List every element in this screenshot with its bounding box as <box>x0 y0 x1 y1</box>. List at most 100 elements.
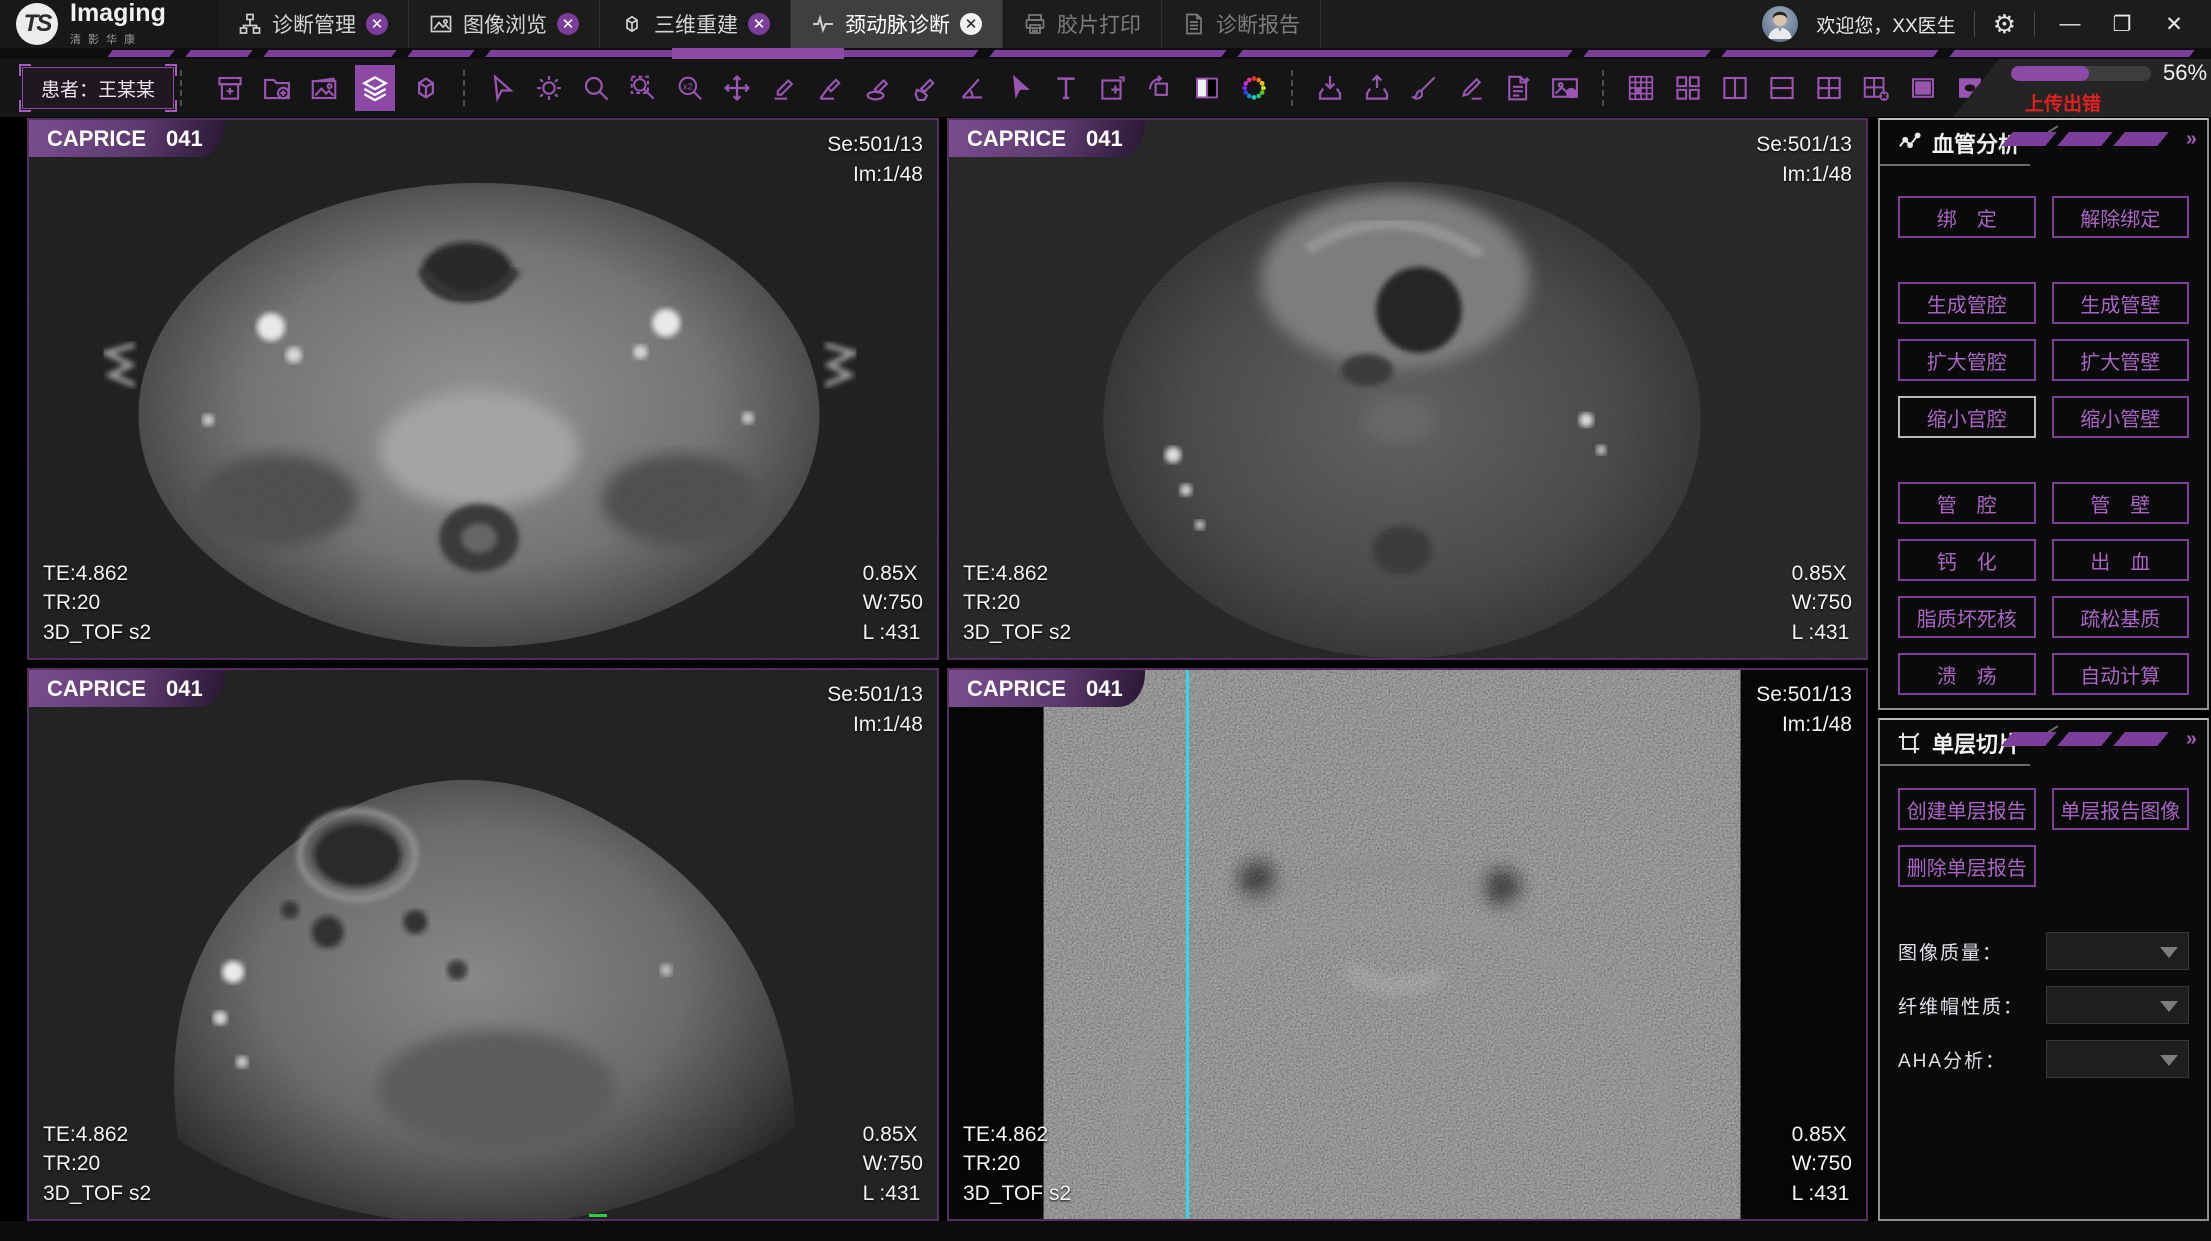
pointer-icon[interactable] <box>1003 72 1035 104</box>
button-单层报告图像[interactable]: 单层报告图像 <box>2052 788 2190 830</box>
color-wheel-icon[interactable] <box>1238 72 1270 104</box>
button-管腔[interactable]: 管 腔 <box>1898 482 2036 524</box>
bind-button-group: 绑 定解除绑定 <box>1880 196 2207 238</box>
button-删除单层报告[interactable]: 删除单层报告 <box>1898 845 2036 887</box>
single-slice-panel: 单层切片 » 创建单层报告单层报告图像删除单层报告 图像质量：纤维帽性质：AHA… <box>1878 718 2209 1221</box>
cube-3d-icon[interactable] <box>410 72 442 104</box>
import-icon[interactable] <box>1314 72 1346 104</box>
layout-quad-icon[interactable] <box>1672 72 1704 104</box>
button-出血[interactable]: 出 血 <box>2052 539 2190 581</box>
zoom-region-icon[interactable] <box>627 72 659 104</box>
button-解除绑定[interactable]: 解除绑定 <box>2052 196 2190 238</box>
reference-crosshair-line[interactable] <box>1186 670 1189 1219</box>
button-缩小管壁[interactable]: 缩小管壁 <box>2052 396 2190 438</box>
viewport-2[interactable]: CAPRICE 041 Se:501/13Im:1/48 TE:4.862TR:… <box>947 118 1868 660</box>
chevron-down-icon <box>2160 947 2178 958</box>
tab-胶片打印: 胶片打印 <box>1003 0 1162 48</box>
viewport-3[interactable]: CAPRICE 041 Se:501/13Im:1/48 TE:4.862TR:… <box>27 668 939 1221</box>
button-疏松基质[interactable]: 疏松基质 <box>2052 596 2190 638</box>
button-生成管腔[interactable]: 生成管腔 <box>1898 282 2036 324</box>
button-创建单层报告[interactable]: 创建单层报告 <box>1898 788 2036 830</box>
button-绑定[interactable]: 绑 定 <box>1898 196 2036 238</box>
brush-icon[interactable] <box>1408 72 1440 104</box>
mri-image-2 <box>949 120 1866 658</box>
export-icon[interactable] <box>1361 72 1393 104</box>
folder-add-icon[interactable] <box>261 72 293 104</box>
user-avatar[interactable] <box>1762 6 1798 42</box>
field-select-纤维帽性质[interactable] <box>2046 986 2189 1024</box>
rotate-view-icon[interactable] <box>1144 72 1176 104</box>
report-add-icon[interactable] <box>1502 72 1534 104</box>
close-button[interactable]: ✕ <box>2157 12 2191 37</box>
button-溃疡[interactable]: 溃 疡 <box>1898 653 2036 695</box>
series-name: CAPRICE <box>47 126 146 152</box>
tab-诊断报告: 诊断报告 <box>1162 0 1321 48</box>
button-扩大管腔[interactable]: 扩大管腔 <box>1898 339 2036 381</box>
measure-ellipse-icon[interactable] <box>862 72 894 104</box>
crop-icon <box>1896 730 1922 756</box>
roi-add-icon[interactable] <box>1097 72 1129 104</box>
layout-2x2-icon[interactable] <box>1813 72 1845 104</box>
button-生成管壁[interactable]: 生成管壁 <box>2052 282 2190 324</box>
tab-颈动脉诊断[interactable]: 颈动脉诊断✕ <box>791 0 1003 48</box>
cursor-icon[interactable] <box>486 72 518 104</box>
series-number: 041 <box>1086 676 1123 702</box>
annotate-pen-icon[interactable] <box>1455 72 1487 104</box>
tab-label: 诊断管理 <box>272 9 356 39</box>
measure-angle-icon[interactable] <box>815 72 847 104</box>
archive-add-icon[interactable] <box>214 72 246 104</box>
tab-诊断管理[interactable]: 诊断管理 ✕ <box>218 0 409 48</box>
minimize-button[interactable]: — <box>2053 12 2087 36</box>
tab-label: 图像浏览 <box>463 9 547 39</box>
measure-polygon-icon[interactable] <box>909 72 941 104</box>
tab-close-icon[interactable]: ✕ <box>557 13 579 35</box>
layout-2col-icon[interactable] <box>1719 72 1751 104</box>
button-缩小官腔[interactable]: 缩小官腔 <box>1898 396 2036 438</box>
overlay-display-info: 0.85XW:750L :431 <box>863 1120 923 1209</box>
layout-2row-icon[interactable] <box>1766 72 1798 104</box>
invert-icon[interactable] <box>1191 72 1223 104</box>
tool-buttons <box>214 65 2127 111</box>
button-钙化[interactable]: 钙 化 <box>1898 539 2036 581</box>
toolbar-separator <box>180 70 182 106</box>
toolbar-separator <box>1291 70 1293 106</box>
viewport-1[interactable]: CAPRICE 041 Se:501/13Im:1/48 TE:4.862TR:… <box>27 118 939 660</box>
button-管壁[interactable]: 管 壁 <box>2052 482 2190 524</box>
layout-grid-focus-icon[interactable] <box>1625 72 1657 104</box>
tab-label: 胶片打印 <box>1057 9 1141 39</box>
photo-browser-icon[interactable] <box>308 72 340 104</box>
collapse-chevrons[interactable]: » <box>2186 128 2197 151</box>
patient-name-field[interactable]: 患者：王某某 <box>22 67 174 109</box>
button-扩大管壁[interactable]: 扩大管壁 <box>2052 339 2190 381</box>
overlay-acquisition-info: TE:4.862TR:203D_TOF s2 <box>43 1120 151 1209</box>
overlay-display-info: 0.85XW:750L :431 <box>863 559 923 648</box>
tab-close-icon[interactable]: ✕ <box>748 13 770 35</box>
brightness-icon[interactable] <box>533 72 565 104</box>
settings-gear-icon[interactable]: ⚙ <box>1993 11 2016 37</box>
pan-icon[interactable] <box>721 72 753 104</box>
text-tool-icon[interactable] <box>1050 72 1082 104</box>
series-name: CAPRICE <box>967 126 1066 152</box>
maximize-button[interactable]: ❐ <box>2105 12 2139 37</box>
button-自动计算[interactable]: 自动计算 <box>2052 653 2190 695</box>
field-select-AHA分析[interactable] <box>2046 1040 2189 1078</box>
patient-name-label: 患者：王某某 <box>41 75 155 102</box>
layers-icon[interactable] <box>355 65 395 111</box>
zoom-icon[interactable] <box>580 72 612 104</box>
measure-line-icon[interactable] <box>768 72 800 104</box>
overlay-acquisition-info: TE:4.862TR:203D_TOF s2 <box>963 1120 1071 1209</box>
lumen-wall-edit-group: 生成管腔生成管壁扩大管腔扩大管壁缩小官腔缩小管壁 <box>1880 282 2207 438</box>
layout-remove-icon[interactable] <box>1860 72 1892 104</box>
zoom-2x-icon[interactable] <box>674 72 706 104</box>
tab-三维重建[interactable]: 三维重建✕ <box>600 0 791 48</box>
collapse-chevrons[interactable]: » <box>2186 728 2197 751</box>
tab-close-icon[interactable]: ✕ <box>366 13 388 35</box>
field-select-图像质量[interactable] <box>2046 932 2189 970</box>
image-mark-icon[interactable] <box>1549 72 1581 104</box>
button-脂质坏死核[interactable]: 脂质坏死核 <box>1898 596 2036 638</box>
viewport-4[interactable]: CAPRICE 041 Se:501/13Im:1/48 TE:4.862TR:… <box>947 668 1868 1221</box>
angle-tool-icon[interactable] <box>956 72 988 104</box>
tab-图像浏览[interactable]: 图像浏览 ✕ <box>409 0 600 48</box>
tab-close-icon[interactable]: ✕ <box>960 13 982 35</box>
view-full-icon[interactable] <box>1907 72 1939 104</box>
